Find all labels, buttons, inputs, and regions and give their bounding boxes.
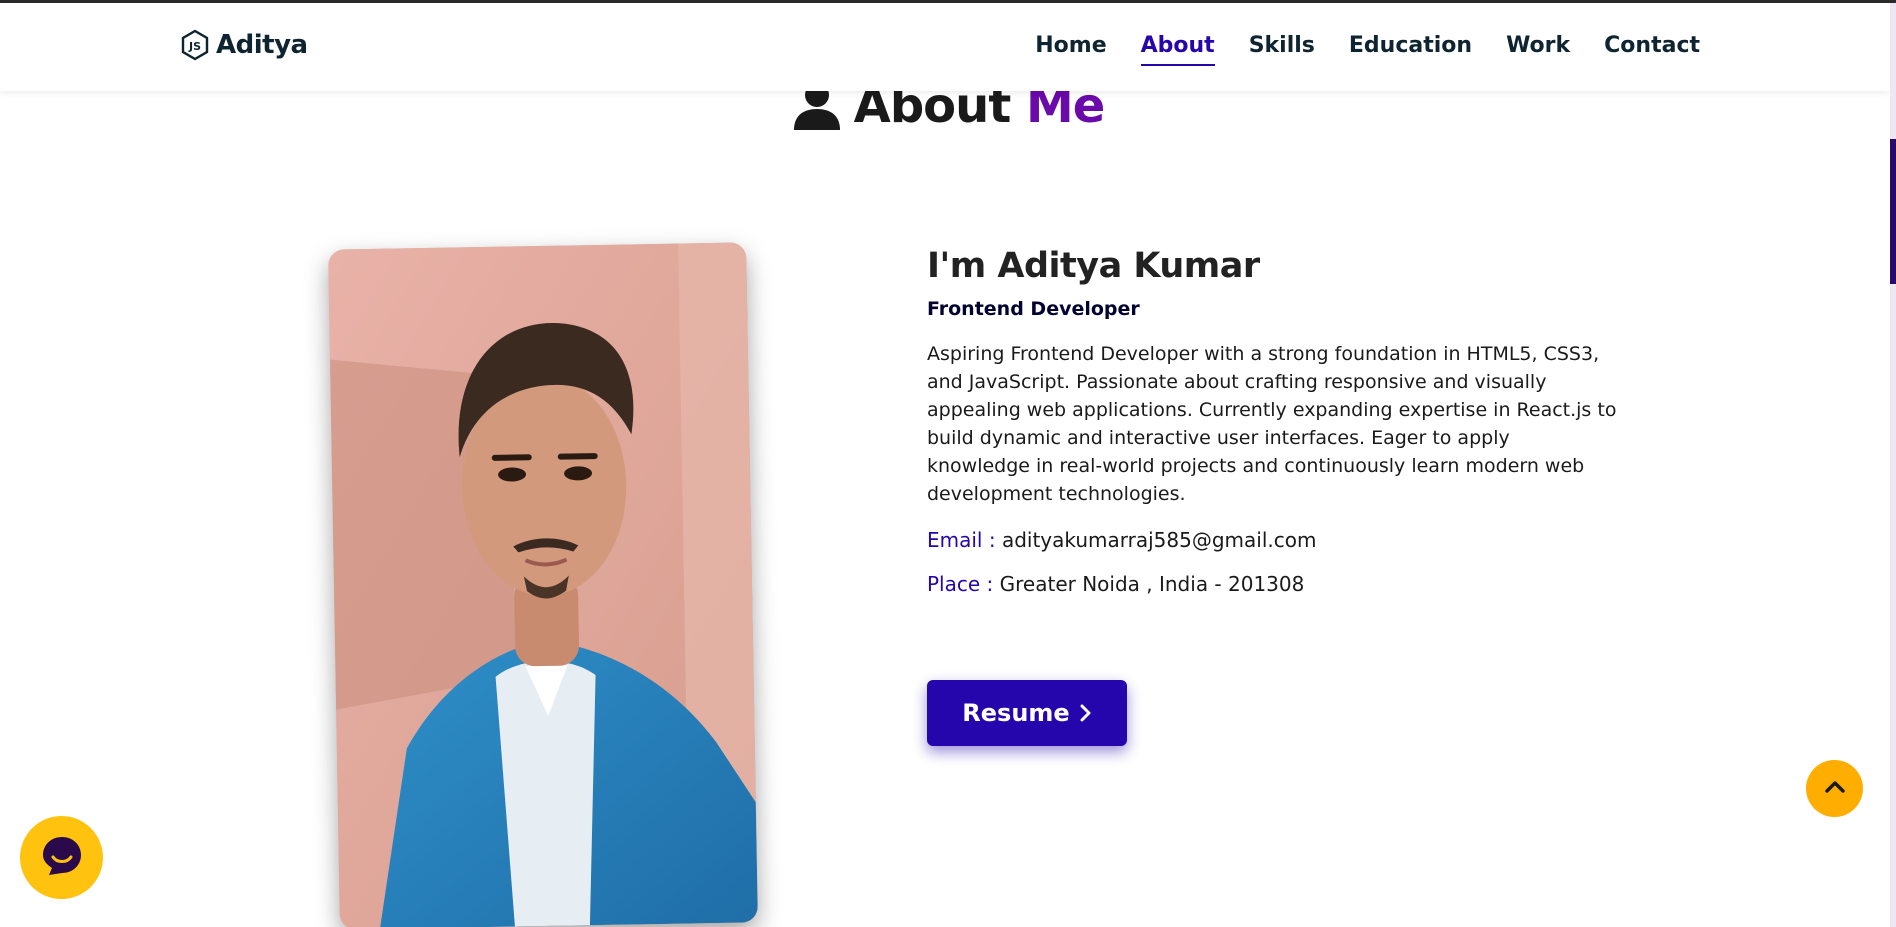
scroll-to-top-button[interactable] [1806, 760, 1863, 817]
brand-name: Aditya [216, 30, 308, 60]
scrollbar-thumb[interactable] [1890, 139, 1896, 284]
nav-item-contact[interactable]: Contact [1604, 33, 1700, 62]
nav-item-about[interactable]: About [1140, 33, 1215, 66]
chevron-up-icon [1824, 779, 1845, 798]
page: JS Aditya Home About Skills Education Wo… [0, 0, 1896, 927]
nav-item-home[interactable]: Home [1035, 33, 1106, 62]
chat-bubble-icon [39, 833, 85, 883]
email-value: adityakumarraj585@gmail.com [1001, 528, 1317, 552]
profile-role: Frontend Developer [927, 298, 1140, 320]
nav-item-education[interactable]: Education [1349, 33, 1472, 62]
chevron-right-icon [1080, 704, 1092, 722]
navbar: JS Aditya Home About Skills Education Wo… [0, 3, 1890, 91]
place-value: Greater Noida , India - 201308 [999, 572, 1305, 596]
svg-text:JS: JS [188, 40, 201, 53]
profile-name: I'm Aditya Kumar [927, 246, 1260, 286]
place-row: Place : Greater Noida , India - 201308 [927, 572, 1627, 596]
email-row: Email : adityakumarraj585@gmail.com [927, 528, 1627, 552]
nav-item-skills[interactable]: Skills [1249, 33, 1315, 62]
page-scrollbar[interactable] [1890, 3, 1896, 927]
profile-bio: Aspiring Frontend Developer with a stron… [927, 343, 1617, 505]
resume-button-label: Resume [962, 699, 1070, 727]
nav-item-work[interactable]: Work [1506, 33, 1570, 62]
email-label: Email : [927, 528, 996, 552]
nav-menu: Home About Skills Education Work Contact [1035, 33, 1700, 66]
place-label: Place : [927, 572, 994, 596]
js-hex-logo-icon: JS [180, 29, 210, 61]
chat-widget-button[interactable] [20, 816, 103, 899]
resume-button[interactable]: Resume [927, 680, 1127, 746]
about-content: I'm Aditya Kumar Frontend Developer Aspi… [927, 246, 1627, 746]
brand-link[interactable]: JS Aditya [180, 29, 308, 61]
profile-photo [328, 242, 758, 927]
